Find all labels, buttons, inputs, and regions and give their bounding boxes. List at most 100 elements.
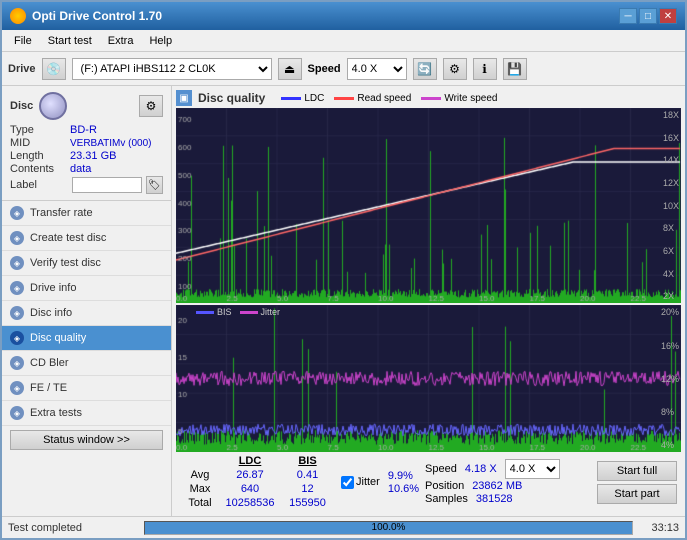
drive-info-icon: ◈ xyxy=(10,281,24,295)
transfer-rate-label: Transfer rate xyxy=(30,207,93,219)
action-buttons: Start full Start part xyxy=(597,461,677,504)
jitter-label: Jitter xyxy=(356,476,380,488)
contents-value: data xyxy=(70,163,91,175)
eject-icon[interactable]: ⏏ xyxy=(278,58,302,80)
sidebar-item-disc-quality[interactable]: ◈ Disc quality xyxy=(2,326,171,351)
lower-chart xyxy=(176,305,681,452)
speed-info-label: Speed xyxy=(425,463,457,475)
sidebar: Disc ⚙ Type BD-R MID VERBATIMv (000) Len… xyxy=(2,86,172,516)
upper-chart xyxy=(176,108,681,303)
speed-info: Speed 4.18 X 4.0 X Position 23862 MB Sam… xyxy=(425,459,560,505)
main-content: Disc ⚙ Type BD-R MID VERBATIMv (000) Len… xyxy=(2,86,685,516)
jitter-checkbox[interactable] xyxy=(341,476,354,489)
charts-container: 18X16X14X12X10X8X6X4X2X BIS Jitter xyxy=(176,108,681,452)
nav-items: ◈ Transfer rate ◈ Create test disc ◈ Ver… xyxy=(2,201,171,426)
cd-bler-label: CD Bler xyxy=(30,357,69,369)
disc-settings-icon[interactable]: ⚙ xyxy=(139,95,163,117)
jitter-max: 10.6% xyxy=(386,483,419,495)
sidebar-item-fe-te[interactable]: ◈ FE / TE xyxy=(2,376,171,401)
chart-legend: LDC Read speed Write speed xyxy=(281,93,497,104)
transfer-rate-icon: ◈ xyxy=(10,206,24,220)
upper-chart-wrapper: 18X16X14X12X10X8X6X4X2X xyxy=(176,108,681,303)
status-text: Test completed xyxy=(8,522,138,534)
menu-extra[interactable]: Extra xyxy=(100,33,142,49)
speed-select[interactable]: 4.0 X xyxy=(347,58,407,80)
menu-help[interactable]: Help xyxy=(141,33,180,49)
close-button[interactable]: ✕ xyxy=(659,8,677,24)
legend-ldc: LDC xyxy=(281,93,324,104)
jitter-avg: 9.9% xyxy=(386,470,419,482)
drive-info-label: Drive info xyxy=(30,282,76,294)
create-disc-label: Create test disc xyxy=(30,232,106,244)
read-speed-label: Read speed xyxy=(357,93,411,104)
write-speed-label: Write speed xyxy=(444,93,497,104)
main-window: Opti Drive Control 1.70 ─ □ ✕ File Start… xyxy=(0,0,687,540)
max-label: Max xyxy=(180,482,220,496)
title-bar: Opti Drive Control 1.70 ─ □ ✕ xyxy=(2,2,685,30)
disc-label-label: Label xyxy=(10,179,68,191)
bis-color xyxy=(196,311,214,314)
mid-label: MID xyxy=(10,137,70,149)
progress-bar: 100.0% xyxy=(144,521,633,535)
disc-label-input[interactable] xyxy=(72,177,142,193)
drive-label: Drive xyxy=(8,63,36,75)
sidebar-item-create-test-disc[interactable]: ◈ Create test disc xyxy=(2,226,171,251)
max-bis: 12 xyxy=(280,482,335,496)
type-value: BD-R xyxy=(70,124,97,136)
drive-icon-btn[interactable]: 💿 xyxy=(42,58,66,80)
start-part-button[interactable]: Start part xyxy=(597,484,677,504)
length-label: Length xyxy=(10,150,70,162)
position-value: 23862 MB xyxy=(472,480,522,492)
total-ldc: 10258536 xyxy=(220,496,280,510)
maximize-button[interactable]: □ xyxy=(639,8,657,24)
disc-image xyxy=(39,92,67,120)
minimize-button[interactable]: ─ xyxy=(619,8,637,24)
read-speed-color xyxy=(334,97,354,100)
avg-label: Avg xyxy=(180,468,220,482)
label-icon[interactable]: 🏷 xyxy=(146,176,163,194)
cd-bler-icon: ◈ xyxy=(10,356,24,370)
drive-select[interactable]: (F:) ATAPI iHBS112 2 CL0K xyxy=(72,58,272,80)
sidebar-item-cd-bler[interactable]: ◈ CD Bler xyxy=(2,351,171,376)
chart-title-icon: ▣ xyxy=(176,90,192,106)
menu-start-test[interactable]: Start test xyxy=(40,33,100,49)
settings-icon[interactable]: ⚙ xyxy=(443,58,467,80)
write-speed-color xyxy=(421,97,441,100)
refresh-icon[interactable]: 🔄 xyxy=(413,58,437,80)
jitter-legend-label: Jitter xyxy=(261,307,281,317)
avg-ldc: 26.87 xyxy=(220,468,280,482)
jitter-check: Jitter xyxy=(341,476,380,489)
speed-select-stats[interactable]: 4.0 X xyxy=(505,459,560,479)
position-label: Position xyxy=(425,480,464,492)
sidebar-item-transfer-rate[interactable]: ◈ Transfer rate xyxy=(2,201,171,226)
sidebar-item-drive-info[interactable]: ◈ Drive info xyxy=(2,276,171,301)
bis-legend-item: BIS xyxy=(196,307,232,317)
total-bis: 155950 xyxy=(280,496,335,510)
create-disc-icon: ◈ xyxy=(10,231,24,245)
verify-disc-icon: ◈ xyxy=(10,256,24,270)
info-icon[interactable]: ℹ xyxy=(473,58,497,80)
samples-value: 381528 xyxy=(476,493,513,505)
time-text: 33:13 xyxy=(639,522,679,534)
verify-disc-label: Verify test disc xyxy=(30,257,101,269)
sidebar-item-extra-tests[interactable]: ◈ Extra tests xyxy=(2,401,171,426)
stats-table: LDC BIS Avg 26.87 0.41 Max 640 12 Total … xyxy=(180,454,335,510)
type-label: Type xyxy=(10,124,70,136)
sidebar-item-verify-test-disc[interactable]: ◈ Verify test disc xyxy=(2,251,171,276)
disc-quality-label: Disc quality xyxy=(30,332,86,344)
chart-title: Disc quality xyxy=(198,91,265,105)
extra-tests-label: Extra tests xyxy=(30,407,82,419)
bottom-status-bar: Test completed 100.0% 33:13 xyxy=(2,516,685,538)
save-icon[interactable]: 💾 xyxy=(503,58,527,80)
menu-file[interactable]: File xyxy=(6,33,40,49)
mid-value: VERBATIMv (000) xyxy=(70,138,152,149)
ldc-label: LDC xyxy=(304,93,324,104)
sidebar-item-disc-info[interactable]: ◈ Disc info xyxy=(2,301,171,326)
length-value: 23.31 GB xyxy=(70,150,116,162)
app-icon xyxy=(10,8,26,24)
status-window-button[interactable]: Status window >> xyxy=(10,430,163,450)
title-buttons: ─ □ ✕ xyxy=(619,8,677,24)
start-full-button[interactable]: Start full xyxy=(597,461,677,481)
stats-row: LDC BIS Avg 26.87 0.41 Max 640 12 Total … xyxy=(176,452,681,512)
speed-label: Speed xyxy=(308,63,341,75)
